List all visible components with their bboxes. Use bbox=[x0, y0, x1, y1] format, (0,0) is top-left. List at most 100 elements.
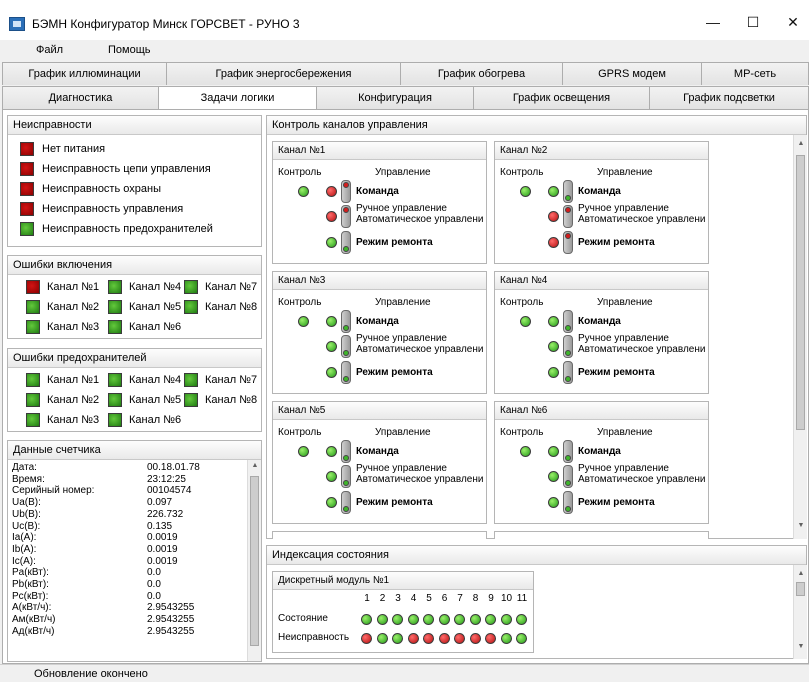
repair-toggle[interactable] bbox=[341, 231, 351, 254]
meter-scrollbar[interactable]: ▲ bbox=[247, 460, 261, 661]
command-toggle[interactable] bbox=[563, 180, 573, 203]
meter-value: 0.097 bbox=[147, 497, 173, 509]
mode-toggle[interactable] bbox=[563, 465, 573, 488]
mode-toggle[interactable] bbox=[563, 335, 573, 358]
command-led bbox=[326, 446, 337, 457]
tab-mr-network[interactable]: МР-сеть bbox=[701, 62, 809, 85]
scroll-down-icon[interactable]: ▼ bbox=[794, 643, 808, 650]
scroll-thumb[interactable] bbox=[250, 476, 259, 646]
meter-key: Дата: bbox=[12, 462, 37, 473]
repair-mode-label: Режим ремонта bbox=[356, 367, 433, 378]
fuse-error-item: Канал №3 bbox=[26, 413, 99, 429]
scroll-thumb[interactable] bbox=[796, 582, 805, 596]
fault-label: Неисправность предохранителей bbox=[42, 223, 213, 235]
meter-key: Ub(В): bbox=[12, 508, 41, 520]
scroll-up-icon[interactable]: ▲ bbox=[794, 140, 808, 147]
meter-key: Серийный номер: bbox=[12, 485, 95, 497]
toggle-knob bbox=[343, 246, 349, 252]
column-number: 5 bbox=[426, 593, 432, 604]
repair-led bbox=[548, 497, 559, 508]
tab-heating[interactable]: График обогрева bbox=[400, 62, 563, 85]
repair-led bbox=[548, 367, 559, 378]
command-toggle[interactable] bbox=[341, 180, 351, 203]
enable-error-label: Канал №2 bbox=[47, 301, 100, 313]
state-led bbox=[392, 614, 403, 625]
tab-backlight-schedule[interactable]: График подсветки bbox=[649, 86, 809, 109]
state-led bbox=[516, 614, 527, 625]
manage-column-label: Управление bbox=[597, 297, 653, 308]
repair-toggle[interactable] bbox=[563, 361, 573, 384]
minimize-button[interactable]: — bbox=[693, 8, 733, 36]
tab-gprs-modem[interactable]: GPRS модем bbox=[562, 62, 702, 85]
manage-column-label: Управление bbox=[375, 167, 431, 178]
fault-led bbox=[407, 633, 419, 644]
fuse-error-item: Канал №1 bbox=[26, 373, 99, 389]
meter-value: 0.135 bbox=[147, 520, 173, 532]
toggle-knob bbox=[343, 376, 349, 382]
menu-help[interactable]: Помощь bbox=[108, 44, 151, 56]
toggle-knob bbox=[565, 195, 571, 201]
repair-toggle[interactable] bbox=[563, 491, 573, 514]
repair-toggle[interactable] bbox=[341, 491, 351, 514]
channel-panel: Канал №6 Контроль Управление Команда Ручное … bbox=[494, 401, 709, 524]
fuse-error-indicator-icon bbox=[26, 413, 40, 427]
tab-diagnostics[interactable]: Диагностика bbox=[2, 86, 159, 109]
command-label: Команда bbox=[578, 316, 621, 327]
mode-led bbox=[548, 211, 559, 222]
tab-illumination[interactable]: График иллюминации bbox=[2, 62, 167, 85]
scroll-thumb[interactable] bbox=[796, 155, 805, 430]
command-toggle[interactable] bbox=[563, 310, 573, 333]
close-button[interactable]: ✕ bbox=[773, 8, 809, 36]
toggle-knob bbox=[343, 182, 349, 188]
command-toggle[interactable] bbox=[341, 440, 351, 463]
tab-energy-saving[interactable]: График энергосбережения bbox=[166, 62, 401, 85]
meter-data-list[interactable]: Дата: 00.18.01.78 Время: 23:12:25 Серийный н… bbox=[8, 460, 242, 661]
scroll-down-icon[interactable]: ▼ bbox=[794, 522, 808, 529]
control-indicator-led bbox=[520, 446, 531, 457]
mode-toggle[interactable] bbox=[341, 335, 351, 358]
channel-title: Канал №1 bbox=[273, 142, 486, 160]
state-led bbox=[469, 614, 481, 625]
meter-value: 0.0019 bbox=[147, 555, 178, 567]
command-toggle[interactable] bbox=[341, 310, 351, 333]
enable-error-indicator-icon bbox=[26, 280, 40, 294]
mode-toggle[interactable] bbox=[341, 465, 351, 488]
fault-indicator-icon bbox=[20, 182, 34, 196]
mode-toggle[interactable] bbox=[341, 205, 351, 228]
channel-title: Канал №5 bbox=[273, 402, 486, 420]
column-number: 7 bbox=[457, 593, 463, 604]
discrete-module: Дискретный модуль №1 1 2 3 4 5 6 7 8 9 10 11 Состоя… bbox=[272, 571, 534, 653]
repair-toggle[interactable] bbox=[341, 361, 351, 384]
indication-scrollbar[interactable]: ▲ ▼ bbox=[793, 565, 807, 659]
tab-configuration[interactable]: Конфигурация bbox=[316, 86, 474, 109]
command-toggle[interactable] bbox=[563, 440, 573, 463]
toggle-knob bbox=[565, 480, 571, 486]
repair-toggle[interactable] bbox=[563, 231, 573, 254]
channel-panel-partial bbox=[272, 531, 487, 539]
enable-errors-title: Ошибки включения bbox=[8, 256, 261, 275]
menu-file[interactable]: Файл bbox=[36, 44, 63, 56]
meter-data-group: Данные счетчика Дата: 00.18.01.78 Время: 23… bbox=[7, 440, 262, 662]
enable-error-label: Канал №1 bbox=[47, 281, 100, 293]
scroll-up-icon[interactable]: ▲ bbox=[248, 462, 261, 469]
tab-logic-tasks[interactable]: Задачи логики bbox=[158, 86, 317, 110]
enable-error-item: Канал №4 bbox=[108, 280, 181, 296]
scroll-up-icon[interactable]: ▲ bbox=[794, 570, 808, 577]
maximize-button[interactable]: ☐ bbox=[733, 8, 773, 36]
channel-title: Канал №3 bbox=[273, 272, 486, 290]
window-title: БЭМН Конфигуратор Минск ГОРСВЕТ - РУНО 3 bbox=[32, 17, 300, 31]
enable-error-indicator-icon bbox=[108, 300, 122, 314]
mode-toggle[interactable] bbox=[563, 205, 573, 228]
column-number: 4 bbox=[410, 593, 417, 604]
tab-lighting-schedule[interactable]: График освещения bbox=[473, 86, 650, 109]
toggle-knob bbox=[565, 455, 571, 461]
state-led bbox=[500, 614, 512, 625]
enable-error-item: Канал №3 bbox=[26, 320, 99, 336]
column-number: 1 bbox=[364, 593, 370, 604]
manual-mode-label: Ручное управление bbox=[356, 333, 447, 344]
fuse-error-indicator-icon bbox=[108, 393, 122, 407]
fuse-error-item: Канал №2 bbox=[26, 393, 99, 409]
toggle-knob bbox=[565, 233, 571, 239]
channels-scrollbar[interactable]: ▲ ▼ bbox=[793, 135, 807, 539]
fault-led bbox=[485, 633, 496, 644]
